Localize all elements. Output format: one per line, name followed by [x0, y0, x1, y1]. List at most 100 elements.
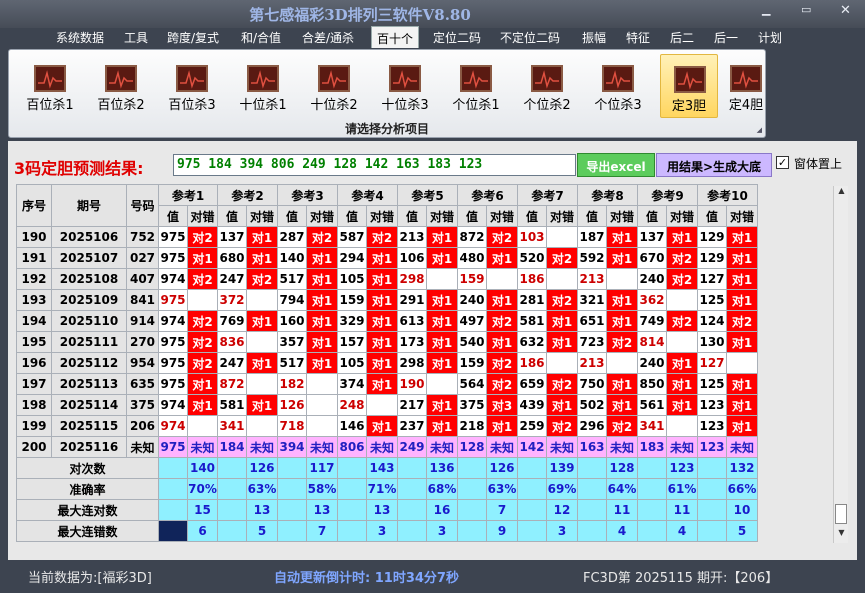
cell-hit: 对1 — [306, 268, 338, 290]
cell-hit: 对1 — [426, 415, 458, 437]
cell-hit: 对2 — [726, 310, 758, 332]
ribbon-button-5[interactable]: 十位杀2 — [305, 54, 363, 118]
row-idx: 191 — [16, 247, 52, 269]
cell-value: 517 — [277, 268, 307, 290]
cell-hit: 对2 — [486, 352, 518, 374]
menu-unfixed-two[interactable]: 不定位二码 — [500, 29, 560, 46]
cell-value: 975 — [158, 247, 188, 269]
status-last-draw: FC3D第 2025115 期开:【206】 — [583, 571, 779, 586]
stats-blank — [697, 520, 727, 542]
cell-hit — [546, 226, 578, 248]
cell-value: 213 — [577, 268, 607, 290]
stats-value: 13 — [306, 499, 338, 521]
scroll-down-icon[interactable]: ▼ — [834, 528, 849, 543]
cell-value: 872 — [217, 373, 247, 395]
ribbon-button-6[interactable]: 十位杀3 — [376, 54, 434, 118]
header-ref: 参考2 — [217, 184, 278, 206]
stats-value: 3 — [546, 520, 578, 542]
scroll-thumb[interactable] — [835, 504, 847, 524]
stats-blank — [697, 499, 727, 521]
title-bar: 第七感福彩3D排列三软件V8.80 ▁ ▭ ✕ — [0, 0, 865, 28]
menu-tools[interactable]: 工具 — [124, 29, 148, 46]
stats-blank — [158, 478, 188, 500]
table-row[interactable]: 194 2025110 914 974 对2 769 对1 160 对1 329 对1 613 对1 49… — [16, 310, 758, 332]
ribbon-button-label: 十位杀2 — [310, 98, 358, 113]
row-number: 635 — [126, 373, 159, 395]
table-row[interactable]: 190 2025106 752 975 对2 137 对1 287 对2 587 对2 213 对1 87… — [16, 226, 758, 248]
ribbon-expand-icon[interactable]: ◢ — [757, 126, 762, 134]
menu-features[interactable]: 特征 — [626, 29, 650, 46]
table-row[interactable]: 191 2025107 027 975 对1 680 对1 140 对1 294 对1 106 对1 48… — [16, 247, 758, 269]
table-row[interactable]: 198 2025114 375 974 对1 581 对1 126 248 217 对1 375 对3 4… — [16, 394, 758, 416]
close-icon[interactable]: ✕ — [840, 3, 851, 18]
menu-last-one[interactable]: 后一 — [714, 29, 738, 46]
ribbon-button-2[interactable]: 百位杀2 — [92, 54, 150, 118]
cell-hit: 对2 — [546, 415, 578, 437]
cell-hit: 对1 — [306, 331, 338, 353]
menu-positions[interactable]: 百十个 — [371, 26, 420, 48]
ribbon-button-10[interactable]: 定3胆 — [660, 54, 718, 118]
menu-diff-kill[interactable]: 合差/通杀 — [302, 29, 354, 46]
menu-fixed-two[interactable]: 定位二码 — [433, 29, 481, 46]
ribbon-button-label: 十位杀3 — [381, 98, 429, 113]
window-ontop-checkbox[interactable]: ✓ 窗体置上 — [776, 155, 860, 173]
cell-value: 294 — [337, 247, 367, 269]
ribbon-button-9[interactable]: 个位杀3 — [589, 54, 647, 118]
maximize-icon[interactable]: ▭ — [801, 3, 811, 16]
table-row[interactable]: 196 2025112 954 975 对2 247 对1 517 对1 105 对1 298 对1 15… — [16, 352, 758, 374]
pending-status: 未知 — [246, 436, 278, 458]
table-row[interactable]: 199 2025115 206 974 341 718 146 对1 237 对1 218 对1 259… — [16, 415, 758, 437]
ribbon-button-7[interactable]: 个位杀1 — [447, 54, 505, 118]
cell-hit: 对1 — [187, 394, 218, 416]
table-row[interactable]: 192 2025108 407 974 对2 247 对2 517 对1 105 对1 298 159 1… — [16, 268, 758, 290]
menu-last-two[interactable]: 后二 — [670, 29, 694, 46]
menu-plan[interactable]: 计划 — [758, 29, 782, 46]
stats-blank — [337, 457, 367, 479]
checkbox-check-icon[interactable]: ✓ — [776, 156, 789, 169]
header-hit: 对错 — [246, 205, 278, 227]
ribbon-button-3[interactable]: 百位杀3 — [163, 54, 221, 118]
export-excel-button[interactable]: 导出excel — [577, 153, 655, 177]
vertical-scrollbar[interactable]: ▲ ▼ — [833, 186, 848, 543]
cell-value: 187 — [577, 226, 607, 248]
prediction-result-field[interactable]: 975 184 394 806 249 128 142 163 183 123 — [173, 154, 576, 176]
menu-span-compound[interactable]: 跨度/复式 — [167, 29, 219, 46]
ribbon-button-8[interactable]: 个位杀2 — [518, 54, 576, 118]
table-row[interactable]: 195 2025111 270 975 对2 836 357 对1 157 对1 173 对1 540 对… — [16, 331, 758, 353]
cell-value: 341 — [217, 415, 247, 437]
ribbon-button-1[interactable]: 百位杀1 — [21, 54, 79, 118]
scroll-up-icon[interactable]: ▲ — [834, 186, 849, 201]
cell-value: 105 — [337, 268, 367, 290]
stats-blank — [397, 499, 427, 521]
cell-hit: 对2 — [246, 268, 278, 290]
stats-value: 66% — [726, 478, 758, 500]
cell-value: 836 — [217, 331, 247, 353]
cell-value: 159 — [457, 268, 487, 290]
header-value: 值 — [697, 205, 727, 227]
pending-row[interactable]: 200 2025116 未知 975 未知 184 未知 394 未知 806 未知 249 未知 128… — [16, 436, 758, 458]
cell-value: 718 — [277, 415, 307, 437]
menu-amplitude[interactable]: 振幅 — [582, 29, 606, 46]
cell-hit: 对1 — [666, 373, 698, 395]
minimize-icon[interactable]: ▁ — [762, 3, 770, 16]
table-row[interactable]: 197 2025113 635 975 对1 872 182 374 对1 190 564 对2 659… — [16, 373, 758, 395]
cell-value: 592 — [577, 247, 607, 269]
stats-value: 3 — [366, 520, 398, 542]
cell-value: 240 — [637, 352, 667, 374]
ribbon-button-11[interactable]: 定4胆 — [717, 54, 775, 118]
cell-hit: 对1 — [606, 373, 638, 395]
header-ref: 参考7 — [517, 184, 578, 206]
menu-system-data[interactable]: 系统数据 — [56, 29, 104, 46]
stats-blank — [517, 457, 547, 479]
pending-status: 未知 — [366, 436, 398, 458]
generate-base-button[interactable]: 用结果>生成大底 — [656, 153, 772, 177]
stats-value: 63% — [246, 478, 278, 500]
cell-hit: 对1 — [426, 352, 458, 374]
cell-hit: 对1 — [246, 352, 278, 374]
cell-hit: 对2 — [666, 310, 698, 332]
cell-hit: 对2 — [187, 352, 218, 374]
menu-sum-value[interactable]: 和/合值 — [241, 29, 281, 46]
ribbon-button-4[interactable]: 十位杀1 — [234, 54, 292, 118]
cell-hit — [606, 268, 638, 290]
table-row[interactable]: 193 2025109 841 975 372 794 对1 159 对1 291 对1 240 对1 2… — [16, 289, 758, 311]
